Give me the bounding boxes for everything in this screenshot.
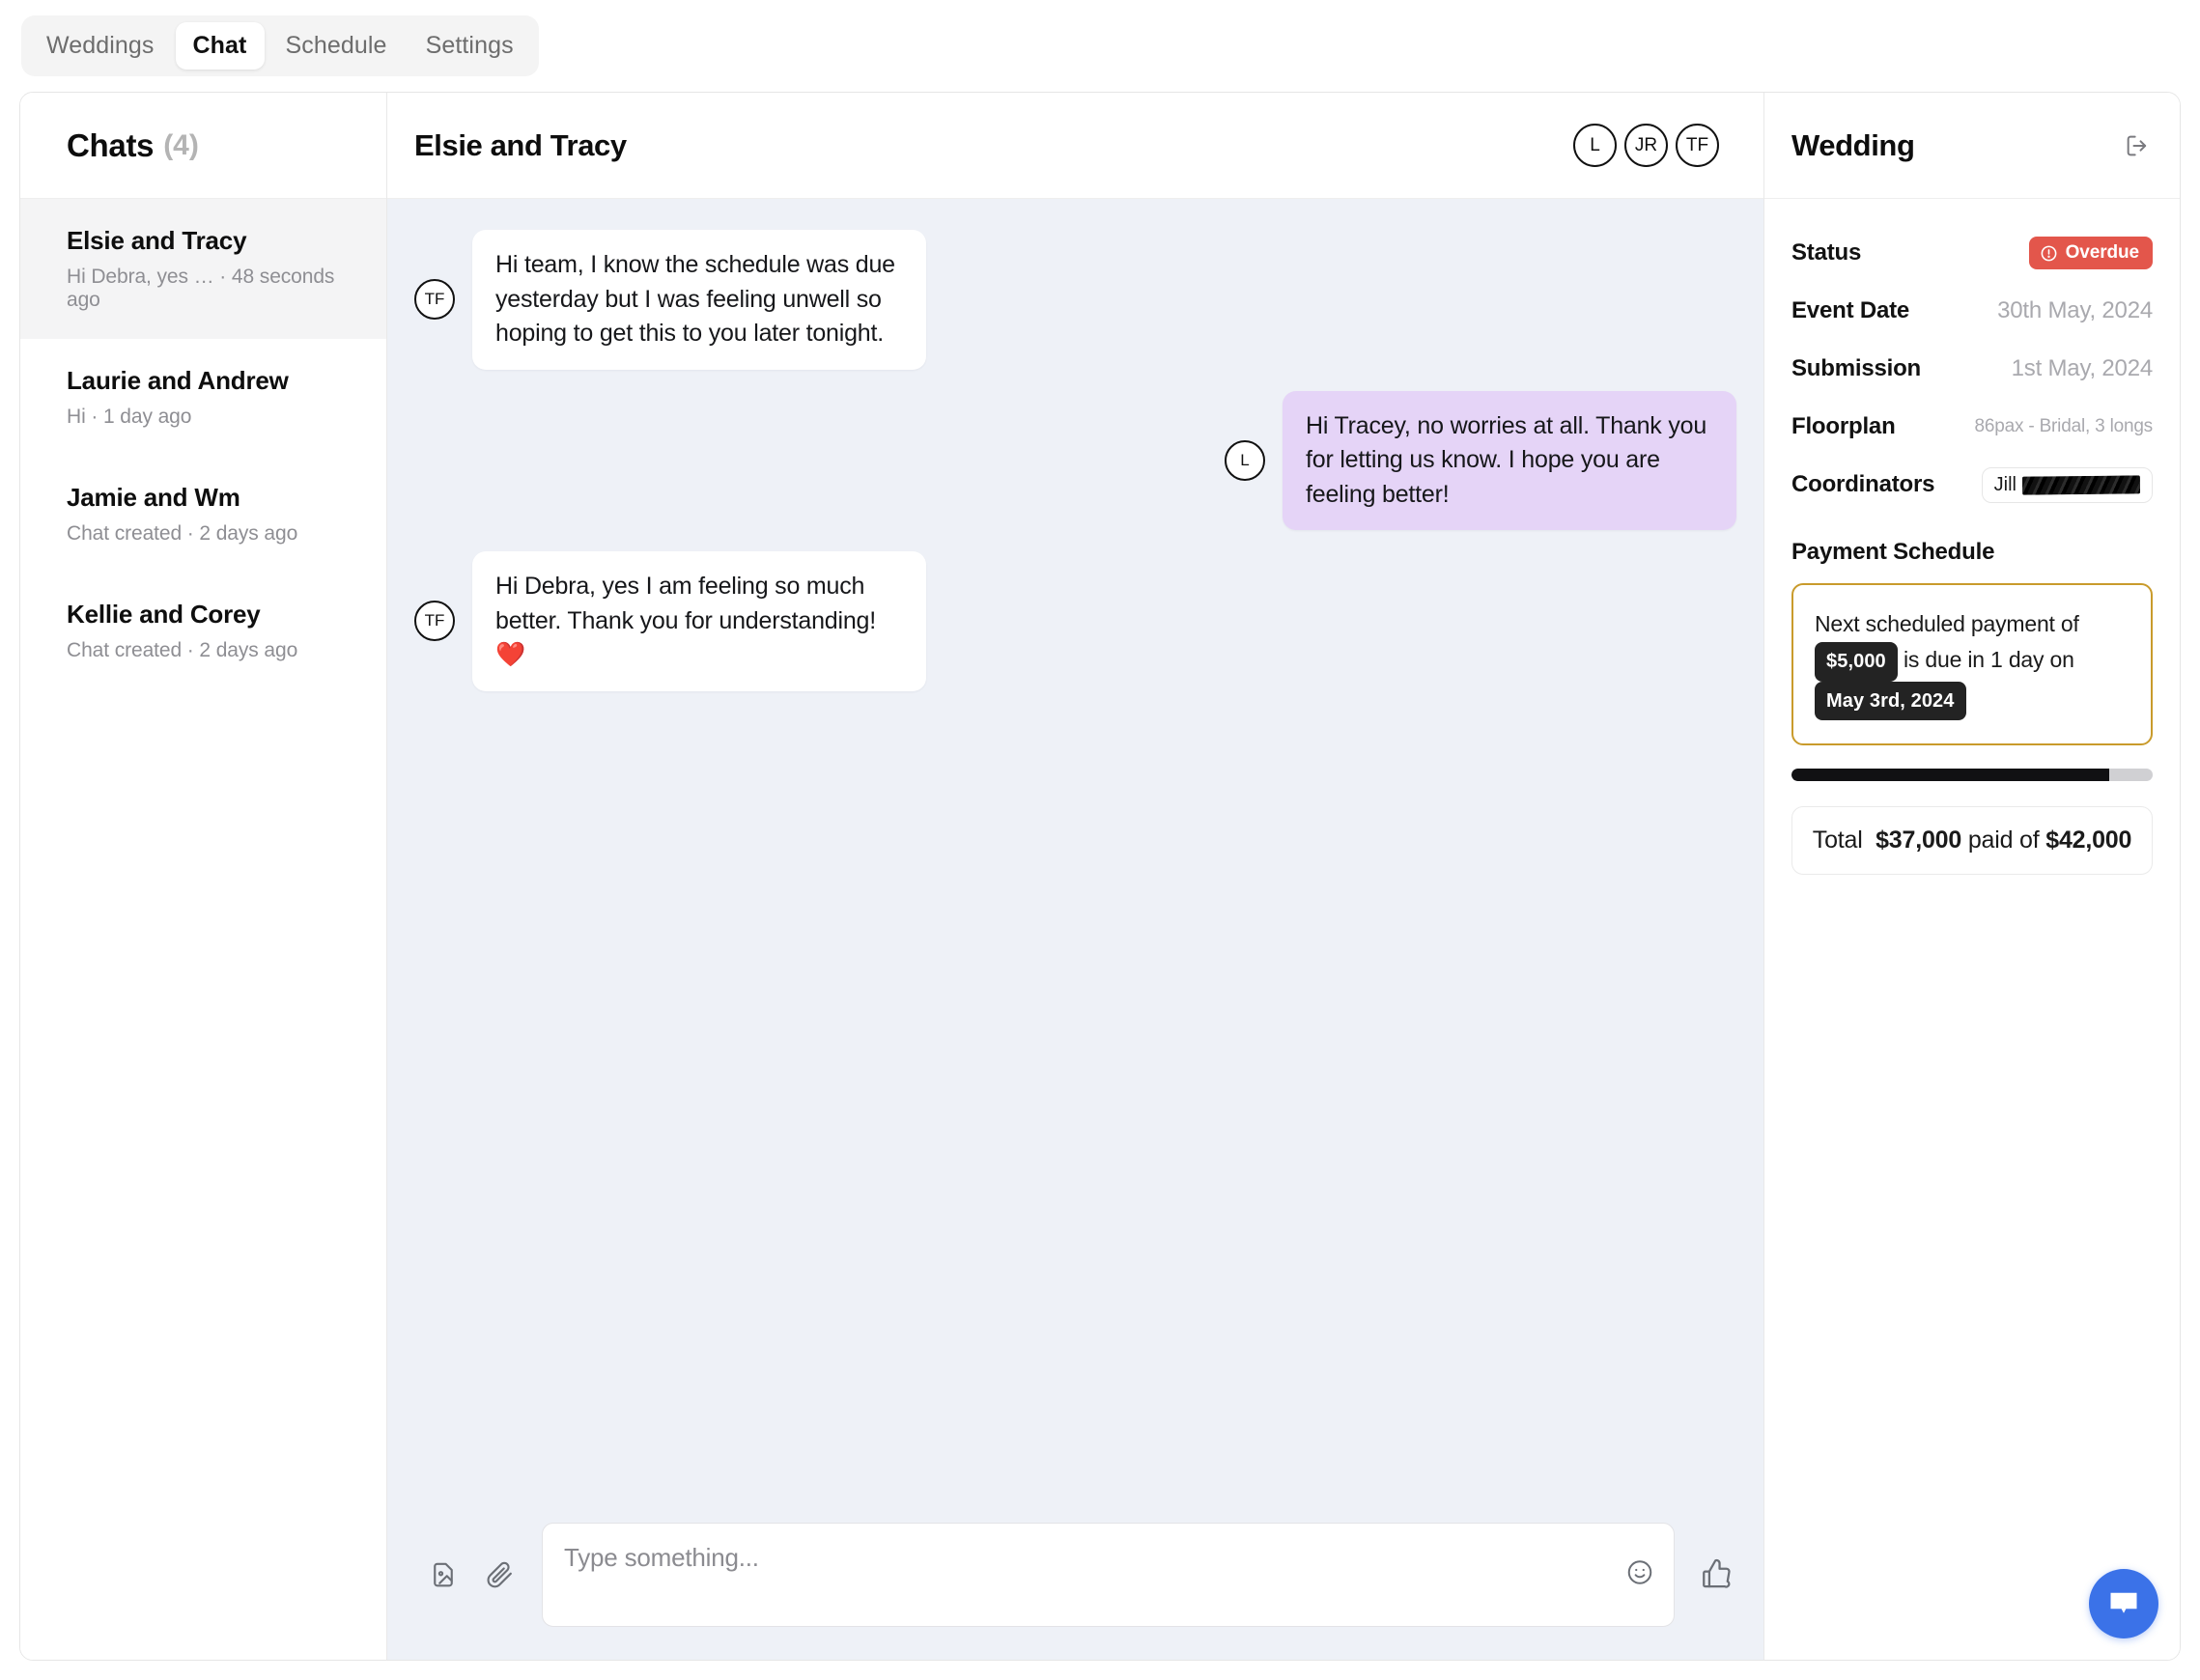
next-payment-card: Next scheduled payment of $5,000 is due …: [1791, 583, 2153, 746]
detail-row-status: Status Overdue: [1791, 224, 2153, 282]
chat-header: Elsie and Tracy L JR TF: [387, 93, 1763, 199]
top-navigation: Weddings Chat Schedule Settings: [0, 0, 2200, 92]
app-root: Weddings Chat Schedule Settings Chats (4…: [0, 0, 2200, 1680]
next-payment-line2: is due in 1 day on: [1903, 647, 2074, 673]
list-item[interactable]: Kellie and Corey Chat created · 2 days a…: [20, 573, 386, 689]
message-input[interactable]: [564, 1543, 1652, 1573]
chat-item-name: Laurie and Andrew: [67, 366, 289, 395]
status-badge-label: Overdue: [2065, 242, 2139, 263]
wedding-panel: Wedding Status Overdue Event Date 30th M…: [1764, 93, 2180, 1660]
chat-item-name: Elsie and Tracy: [67, 226, 247, 255]
message-list: TF Hi team, I know the schedule was due …: [387, 199, 1763, 1501]
chat-bubble-icon: [2110, 1592, 2137, 1613]
chat-list: Elsie and Tracy Hi Debra, yes … · 48 sec…: [20, 199, 386, 1660]
total-goal: $42,000: [2045, 826, 2132, 854]
chat-item-preview: Chat created · 2 days ago: [67, 522, 298, 545]
detail-row-floorplan: Floorplan 86pax - Bridal, 3 longs: [1791, 398, 2153, 456]
chat-item-preview: Chat created · 2 days ago: [67, 639, 298, 661]
chat-item-name: Kellie and Corey: [67, 600, 261, 629]
avatar: TF: [414, 279, 455, 321]
alert-circle-icon: [2041, 245, 2057, 261]
smiley-icon[interactable]: [1625, 1558, 1654, 1592]
avatar[interactable]: TF: [1676, 124, 1719, 167]
message-input-wrapper[interactable]: [542, 1523, 1675, 1627]
avatar[interactable]: JR: [1624, 124, 1668, 167]
detail-label: Floorplan: [1791, 413, 1896, 439]
tab-weddings[interactable]: Weddings: [29, 22, 172, 70]
detail-value: 1st May, 2024: [2011, 355, 2154, 381]
detail-value: 86pax - Bridal, 3 longs: [1974, 416, 2154, 436]
detail-label: Status: [1791, 239, 1862, 266]
list-item[interactable]: Laurie and Andrew Hi · 1 day ago: [20, 339, 386, 456]
heart-emoji: ❤️: [495, 641, 525, 668]
message-bubble: Hi Debra, yes I am feeling so much bette…: [472, 551, 926, 691]
payment-progress-bar: [1791, 769, 2153, 782]
chats-sidebar: Chats (4) Elsie and Tracy Hi Debra, yes …: [20, 93, 387, 1660]
chats-count: (4): [163, 128, 199, 161]
message-row: TF Hi team, I know the schedule was due …: [414, 230, 1736, 370]
chat-item-preview: Hi · 1 day ago: [67, 406, 192, 428]
chat-column: Elsie and Tracy L JR TF TF Hi team, I kn…: [387, 93, 1764, 1660]
tab-settings[interactable]: Settings: [409, 22, 531, 70]
total-paid-label: paid of: [1967, 826, 2040, 854]
coordinator-name: Jill: [1993, 473, 2017, 495]
detail-label: Submission: [1791, 355, 1922, 381]
detail-row-coordinators: Coordinators Jill: [1791, 456, 2153, 514]
exit-icon[interactable]: [2120, 128, 2155, 163]
tab-schedule[interactable]: Schedule: [268, 22, 405, 70]
message-row: TF Hi Debra, yes I am feeling so much be…: [414, 551, 1736, 691]
redacted-text: [2021, 474, 2141, 495]
image-icon[interactable]: [426, 1557, 461, 1592]
detail-row-event-date: Event Date 30th May, 2024: [1791, 282, 2153, 340]
payment-amount-pill: $5,000: [1815, 642, 1898, 682]
avatar[interactable]: L: [1573, 124, 1617, 167]
total-label: Total: [1812, 826, 1863, 854]
chat-widget-button[interactable]: [2089, 1569, 2158, 1638]
paperclip-icon[interactable]: [482, 1557, 517, 1592]
list-item[interactable]: Jamie and Wm Chat created · 2 days ago: [20, 456, 386, 573]
chats-header: Chats (4): [20, 93, 386, 199]
coordinator-pill[interactable]: Jill: [1981, 466, 2153, 503]
message-composer: [387, 1501, 1763, 1660]
detail-label: Event Date: [1791, 297, 1910, 323]
detail-value: 30th May, 2024: [1997, 297, 2153, 323]
detail-label: Coordinators: [1791, 471, 1935, 497]
tab-chat[interactable]: Chat: [175, 22, 265, 70]
wedding-title: Wedding: [1791, 127, 1915, 162]
status-badge: Overdue: [2028, 237, 2153, 269]
payment-date-pill: May 3rd, 2024: [1815, 681, 1966, 721]
chat-item-name: Jamie and Wm: [67, 483, 240, 512]
chat-item-preview: Hi Debra, yes … · 48 seconds ago: [67, 266, 335, 311]
payment-total-card: Total $37,000 paid of $42,000: [1791, 806, 2153, 876]
wedding-panel-header: Wedding: [1764, 93, 2180, 199]
chat-title: Elsie and Tracy: [414, 127, 627, 162]
next-payment-line1: Next scheduled payment of: [1815, 611, 2079, 636]
payment-schedule-title: Payment Schedule: [1791, 539, 1995, 565]
total-paid: $37,000: [1876, 826, 1962, 854]
participant-avatars: L JR TF: [1573, 124, 1719, 167]
list-item[interactable]: Elsie and Tracy Hi Debra, yes … · 48 sec…: [20, 199, 386, 339]
payment-progress-fill: [1791, 769, 2110, 782]
message-text: Hi Debra, yes I am feeling so much bette…: [495, 573, 876, 634]
thumbs-up-icon[interactable]: [1675, 1556, 1738, 1594]
detail-row-submission: Submission 1st May, 2024: [1791, 340, 2153, 398]
wedding-details: Status Overdue Event Date 30th May, 2024…: [1764, 199, 2180, 876]
avatar: L: [1225, 439, 1265, 481]
composer-attachments: [412, 1557, 542, 1592]
page-title: Chats: [67, 126, 155, 163]
main-frame: Chats (4) Elsie and Tracy Hi Debra, yes …: [19, 92, 2181, 1661]
message-bubble: Hi team, I know the schedule was due yes…: [472, 230, 926, 370]
tab-bar: Weddings Chat Schedule Settings: [21, 15, 539, 76]
avatar: TF: [414, 601, 455, 642]
message-bubble: Hi Tracey, no worries at all. Thank you …: [1283, 390, 1736, 530]
message-row: L Hi Tracey, no worries at all. Thank yo…: [414, 390, 1736, 530]
